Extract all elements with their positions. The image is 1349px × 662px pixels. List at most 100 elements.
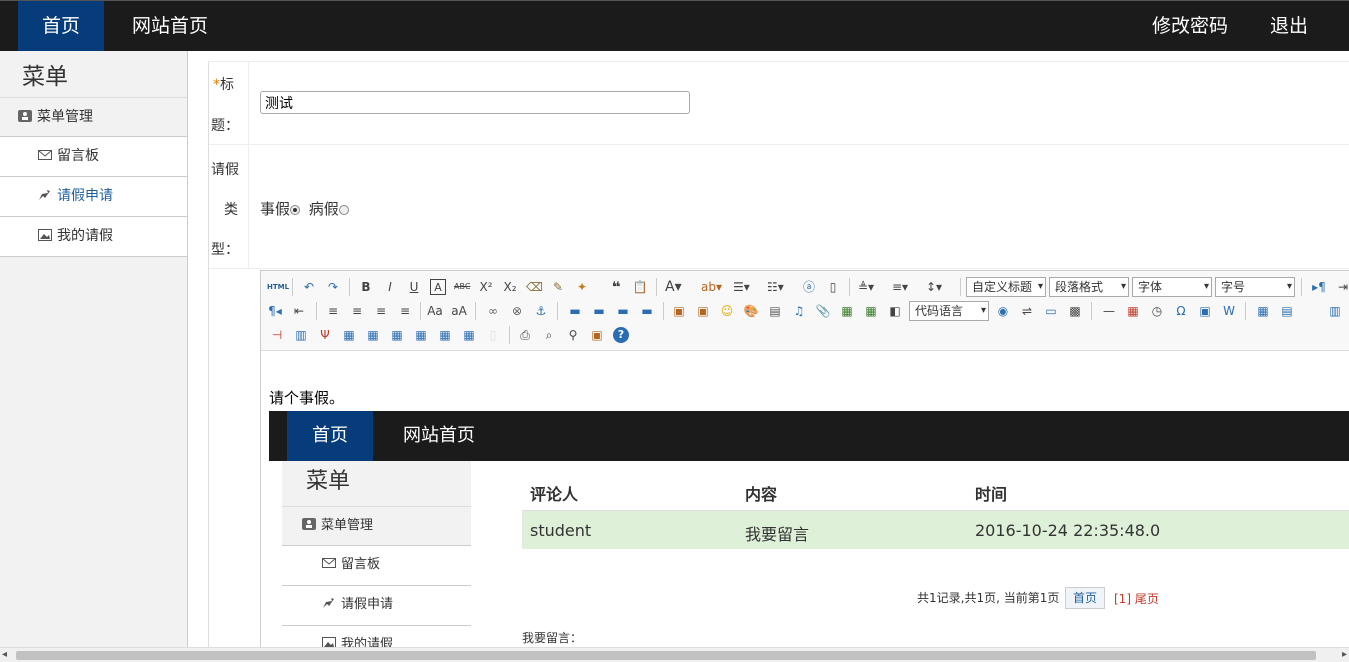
split-to-rows-icon[interactable]: ▦ xyxy=(413,327,429,343)
auto-format-icon[interactable]: ✦ xyxy=(574,279,590,295)
radio-personal-leave[interactable] xyxy=(290,205,301,215)
time-icon[interactable]: ◷ xyxy=(1149,303,1165,319)
sidebar-group-menu-management[interactable]: 菜单管理 xyxy=(0,97,187,137)
insert-frame-icon[interactable]: ◧ xyxy=(887,303,903,319)
scroll-left-icon[interactable]: ◂ xyxy=(2,649,7,660)
clear-doc-icon[interactable]: ▯ xyxy=(825,279,841,295)
ordered-list-icon[interactable]: ☰▾ xyxy=(733,279,750,295)
sidebar-item-message-board[interactable]: 留言板 xyxy=(0,137,187,177)
merge-right-icon[interactable]: ▦ xyxy=(365,327,381,343)
snapscreen-icon[interactable]: ▣ xyxy=(1197,303,1213,319)
eraser-icon[interactable]: ⌫ xyxy=(526,279,543,295)
source-html-icon[interactable]: HTML xyxy=(267,279,289,295)
align-right-icon[interactable]: ≡ xyxy=(373,303,389,319)
font-border-icon[interactable]: A xyxy=(430,279,446,295)
horizontal-scrollbar[interactable]: ◂ ▸ xyxy=(0,647,1349,662)
underline-icon[interactable]: U xyxy=(406,279,422,295)
background-color-icon[interactable]: ab▾ xyxy=(701,279,722,295)
nav-site-home-link[interactable]: 网站首页 xyxy=(120,1,220,51)
undo-icon[interactable]: ↶ xyxy=(301,279,317,295)
unordered-list-icon[interactable]: ☷▾ xyxy=(767,279,784,295)
simple-upload-icon[interactable]: ▣ xyxy=(671,303,687,319)
word-image-icon[interactable]: W xyxy=(1221,303,1237,319)
sidebar-item-leave-request[interactable]: 请假申请 xyxy=(0,177,187,217)
insert-image-icon[interactable]: ▣ xyxy=(695,303,711,319)
emotion-icon[interactable]: ☺ xyxy=(719,303,735,319)
scrollbar-thumb[interactable] xyxy=(16,651,1316,660)
insert-col-icon[interactable]: ▥ xyxy=(1327,303,1343,319)
format-brush-icon[interactable]: ✎ xyxy=(550,279,566,295)
gmap-icon[interactable]: ▦ xyxy=(863,303,879,319)
superscript-icon[interactable]: X² xyxy=(478,279,494,295)
change-password-link[interactable]: 修改密码 xyxy=(1140,1,1240,51)
indent-icon[interactable]: ⇥ xyxy=(1335,279,1349,295)
web-app-icon[interactable]: ◉ xyxy=(995,303,1011,319)
image-center-icon[interactable]: ▬ xyxy=(639,303,655,319)
select-all-icon[interactable]: ⓐ xyxy=(801,279,817,295)
align-left-icon[interactable]: ≡ xyxy=(325,303,341,319)
redo-icon[interactable]: ↷ xyxy=(325,279,341,295)
template-icon[interactable]: ▩ xyxy=(1067,303,1083,319)
indent-block-icon[interactable]: ⇤ xyxy=(291,303,307,319)
anchor-icon[interactable]: ⚓ xyxy=(533,303,549,319)
merge-cells-icon[interactable]: ▦ xyxy=(341,327,357,343)
music-icon[interactable]: ♫ xyxy=(791,303,807,319)
lowercase-icon[interactable]: aA xyxy=(451,303,467,319)
preview-icon[interactable]: ⌕ xyxy=(541,327,557,343)
strikethrough-icon[interactable]: ABC xyxy=(454,279,470,295)
logout-link[interactable]: 退出 xyxy=(1255,1,1323,51)
split-cells-icon[interactable]: Ψ xyxy=(317,327,333,343)
align-center-icon[interactable]: ≡ xyxy=(349,303,365,319)
blockquote-icon[interactable]: ❝ xyxy=(608,279,624,295)
page-break-icon[interactable]: ⇌ xyxy=(1019,303,1035,319)
chart-icon[interactable]: ▯ xyxy=(485,327,501,343)
drafts-icon[interactable]: ▣ xyxy=(589,327,605,343)
subscript-icon[interactable]: X₂ xyxy=(502,279,518,295)
search-replace-icon[interactable]: ⚲ xyxy=(565,327,581,343)
unlink-icon[interactable]: ⊗ xyxy=(509,303,525,319)
delete-row-icon[interactable]: ⊣ xyxy=(269,327,285,343)
background-icon[interactable]: ▭ xyxy=(1043,303,1059,319)
bold-icon[interactable]: B xyxy=(358,279,374,295)
delete-table-icon[interactable]: ▦ xyxy=(461,327,477,343)
row-spacing-bottom-icon[interactable]: ≡▾ xyxy=(892,279,908,295)
scrawl-icon[interactable]: 🎨 xyxy=(743,303,759,319)
map-icon[interactable]: ▦ xyxy=(839,303,855,319)
image-left-icon[interactable]: ▬ xyxy=(591,303,607,319)
font-color-icon[interactable]: A▾ xyxy=(665,279,682,295)
special-chars-icon[interactable]: Ω xyxy=(1173,303,1189,319)
title-input[interactable] xyxy=(260,91,690,114)
insert-row-icon[interactable]: ▤ xyxy=(1279,303,1295,319)
editor-content-area[interactable]: 请个事假。 首页 网站首页 菜单 菜单管理 留言板 请假申请 我的请假 评论人 … xyxy=(261,351,1349,649)
insert-table-icon[interactable]: ▦ xyxy=(1255,303,1271,319)
custom-heading-select[interactable]: 自定义标题 xyxy=(966,277,1046,297)
merge-down-icon[interactable]: ▦ xyxy=(389,327,405,343)
print-icon[interactable]: ⎙ xyxy=(517,327,533,343)
scroll-right-icon[interactable]: ▸ xyxy=(1342,649,1347,660)
date-icon[interactable]: ▦ xyxy=(1125,303,1141,319)
image-right-icon[interactable]: ▬ xyxy=(615,303,631,319)
ltr-direction-icon[interactable]: ▸¶ xyxy=(1311,279,1327,295)
nav-home-link[interactable]: 首页 xyxy=(18,1,104,51)
attachment-icon[interactable]: 📎 xyxy=(815,303,831,319)
paragraph-format-select[interactable]: 段落格式 xyxy=(1049,277,1129,297)
italic-icon[interactable]: I xyxy=(382,279,398,295)
uppercase-icon[interactable]: Aa xyxy=(427,303,443,319)
sidebar-item-my-leave[interactable]: 我的请假 xyxy=(0,217,187,257)
link-icon[interactable]: ∞ xyxy=(485,303,501,319)
paste-plain-icon[interactable]: 📋 xyxy=(632,279,648,295)
insert-video-icon[interactable]: ▤ xyxy=(767,303,783,319)
font-size-select[interactable]: 字号 xyxy=(1215,277,1295,297)
image-none-icon[interactable]: ▬ xyxy=(567,303,583,319)
code-language-select[interactable]: 代码语言 xyxy=(909,301,989,321)
horizontal-rule-icon[interactable]: — xyxy=(1101,303,1117,319)
radio-sick-leave[interactable] xyxy=(338,205,349,215)
line-height-icon[interactable]: ↕▾ xyxy=(926,279,942,295)
help-icon[interactable]: ? xyxy=(613,327,629,343)
split-to-cols-icon[interactable]: ▦ xyxy=(437,327,453,343)
delete-col-icon[interactable]: ▥ xyxy=(293,327,309,343)
row-spacing-top-icon[interactable]: ≜▾ xyxy=(858,279,874,295)
align-justify-icon[interactable]: ≡ xyxy=(397,303,413,319)
rtl-direction-icon[interactable]: ¶◂ xyxy=(267,303,283,319)
font-family-select[interactable]: 字体 xyxy=(1132,277,1212,297)
